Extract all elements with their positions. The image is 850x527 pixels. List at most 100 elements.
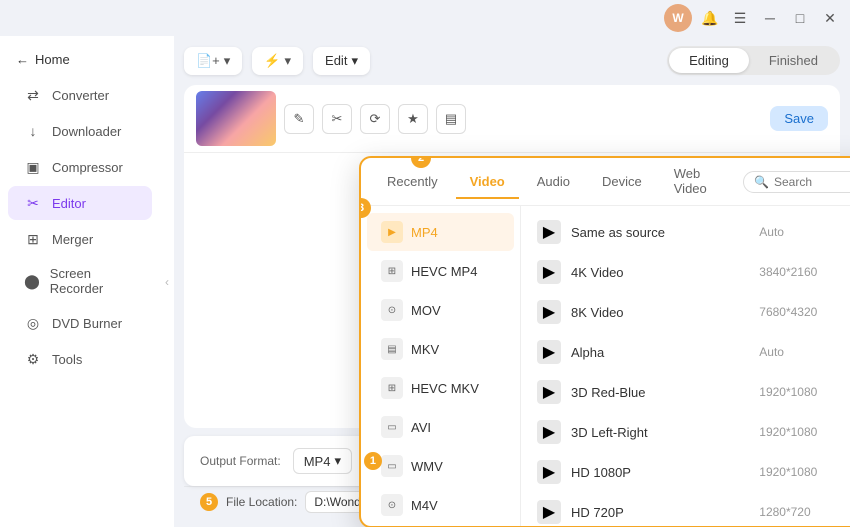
hevc-mkv-icon: ⊞ (381, 377, 403, 399)
tab-editing[interactable]: Editing (669, 48, 749, 73)
format-right-name: Alpha (571, 345, 749, 360)
format-left-label: AVI (411, 420, 431, 435)
format-tab-device[interactable]: Device (588, 166, 656, 199)
format-right-resolution: 1920*1080 (759, 385, 839, 399)
format-right-resolution: 1280*720 (759, 505, 839, 519)
format-left-mp4[interactable]: ▶ MP4 (367, 213, 514, 251)
search-icon: 🔍 (754, 175, 769, 189)
mov-icon: ⊙ (381, 299, 403, 321)
callout-badge-1: 1 (364, 452, 382, 470)
sidebar-item-screen-recorder[interactable]: ⬤ Screen Recorder (8, 258, 152, 304)
crop-tool-btn[interactable]: ✂ (322, 104, 352, 134)
format-right-hd-720p[interactable]: ▶ HD 720P 1280*720 ✎ (527, 492, 850, 526)
search-input[interactable] (774, 175, 850, 189)
format-right-3d-red-blue[interactable]: ▶ 3D Red-Blue 1920*1080 ✎ (527, 372, 850, 412)
tools-icon: ⚙ (24, 350, 42, 368)
user-avatar: W (664, 4, 692, 32)
sidebar-item-label: Downloader (52, 124, 121, 139)
format-right-name: 8K Video (571, 305, 749, 320)
format-right-same-as-source[interactable]: ▶ Same as source Auto ✎ (527, 212, 850, 252)
tab-group: Editing Finished (667, 46, 840, 75)
sidebar: ← Home ⇄ Converter ↓ Downloader ▣ Compre… (0, 36, 160, 527)
sidebar-collapse-handle[interactable]: ‹ (160, 36, 174, 527)
notification-btn[interactable]: 🔔 (698, 6, 722, 30)
add-file-chevron: ▾ (224, 53, 231, 69)
edit-tool-btn[interactable]: ✎ (284, 104, 314, 134)
output-format-label: Output Format: (200, 454, 281, 468)
content-area: 📄+ ▾ ⚡ ▾ Edit ▾ Editing Finished ✎ (174, 36, 850, 527)
edit-dropdown[interactable]: Edit ▾ (313, 47, 370, 75)
format-left-mov[interactable]: ⊙ MOV (367, 291, 514, 329)
avi-icon: ▭ (381, 416, 403, 438)
sidebar-item-downloader[interactable]: ↓ Downloader (8, 114, 152, 148)
format-left-hevc-mkv[interactable]: ⊞ HEVC MKV (367, 369, 514, 407)
format-right-8k-video[interactable]: ▶ 8K Video 7680*4320 ✎ (527, 292, 850, 332)
format-tab-webvideo[interactable]: Web Video (660, 158, 739, 206)
close-btn[interactable]: ✕ (818, 6, 842, 30)
format-right-resolution: 7680*4320 (759, 305, 839, 319)
sidebar-item-label: DVD Burner (52, 316, 122, 331)
format-left-label: MP4 (411, 225, 438, 240)
format-right-4k-video[interactable]: ▶ 4K Video 3840*2160 ✎ (527, 252, 850, 292)
back-arrow-icon: ← (16, 52, 29, 67)
merger-icon: ⊞ (24, 230, 42, 248)
format-right-hd-1080p[interactable]: ▶ HD 1080P 1920*1080 ✎ (527, 452, 850, 492)
output-format-btn[interactable]: MP4 ▾ (293, 448, 352, 474)
save-button[interactable]: Save (770, 106, 828, 131)
sidebar-item-label: Merger (52, 232, 93, 247)
format-left-avi[interactable]: ▭ AVI (367, 408, 514, 446)
effect-tool-btn[interactable]: ★ (398, 104, 428, 134)
format-tab-video[interactable]: Video (456, 166, 519, 199)
hd720-icon: ▶ (537, 500, 561, 524)
panel-toolbar: ✎ ✂ ⟳ ★ ▤ Save (184, 85, 840, 153)
maximize-btn[interactable]: □ (788, 6, 812, 30)
sidebar-item-merger[interactable]: ⊞ Merger (8, 222, 152, 256)
m4v-icon: ⊙ (381, 494, 403, 516)
sidebar-item-label: Editor (52, 196, 86, 211)
format-left-hevc-mp4[interactable]: ⊞ HEVC MP4 (367, 252, 514, 290)
format-right-alpha[interactable]: ▶ Alpha Auto ✎ (527, 332, 850, 372)
rotate-tool-btn[interactable]: ⟳ (360, 104, 390, 134)
format-left-mkv[interactable]: ▤ MKV (367, 330, 514, 368)
add-speed-btn[interactable]: ⚡ ▾ (252, 47, 303, 75)
downloader-icon: ↓ (24, 122, 42, 140)
sidebar-item-editor[interactable]: ✂ Editor (8, 186, 152, 220)
sidebar-item-dvd-burner[interactable]: ◎ DVD Burner (8, 306, 152, 340)
add-file-btn[interactable]: 📄+ ▾ (184, 47, 242, 75)
wmv-icon: ▭ (381, 455, 403, 477)
tab-finished[interactable]: Finished (749, 48, 838, 73)
sidebar-item-tools[interactable]: ⚙ Tools (8, 342, 152, 376)
subtitle-tool-btn[interactable]: ▤ (436, 104, 466, 134)
sidebar-back[interactable]: ← Home (0, 46, 160, 73)
hd1080-icon: ▶ (537, 460, 561, 484)
menu-btn[interactable]: ☰ (728, 6, 752, 30)
format-right-name: HD 720P (571, 505, 749, 520)
minimize-btn[interactable]: ─ (758, 6, 782, 30)
format-right-list: ▶ Same as source Auto ✎ ▶ 4K Video 3840*… (521, 206, 850, 526)
callout-badge-5: 5 (200, 493, 218, 511)
speed-icon: ⚡ (264, 53, 280, 69)
format-left-wmv[interactable]: ▭ WMV (367, 447, 514, 485)
sidebar-item-label: Compressor (52, 160, 123, 175)
titlebar: W 🔔 ☰ ─ □ ✕ (0, 0, 850, 36)
format-left-label: M4V (411, 498, 438, 513)
format-tab-audio[interactable]: Audio (523, 166, 584, 199)
video-thumbnail (196, 91, 276, 146)
format-left-label: WMV (411, 459, 443, 474)
format-tabs: Recently Video Audio Device Web Video 🔍 (361, 158, 850, 206)
compressor-icon: ▣ (24, 158, 42, 176)
mkv-icon: ▤ (381, 338, 403, 360)
main-layout: ← Home ⇄ Converter ↓ Downloader ▣ Compre… (0, 36, 850, 527)
format-right-3d-left-right[interactable]: ▶ 3D Left-Right 1920*1080 ✎ (527, 412, 850, 452)
sidebar-item-converter[interactable]: ⇄ Converter (8, 78, 152, 112)
sidebar-item-compressor[interactable]: ▣ Compressor (8, 150, 152, 184)
format-tab-recently[interactable]: Recently (373, 166, 452, 199)
editor-icon: ✂ (24, 194, 42, 212)
3d-lr-icon: ▶ (537, 420, 561, 444)
back-label: Home (35, 52, 70, 67)
format-right-name: 3D Left-Right (571, 425, 749, 440)
mp4-icon: ▶ (381, 221, 403, 243)
format-overlay: 2 3 4 Recently Video Audio Device Web Vi… (359, 156, 850, 527)
format-right-resolution: 1920*1080 (759, 465, 839, 479)
format-left-m4v[interactable]: ⊙ M4V (367, 486, 514, 524)
